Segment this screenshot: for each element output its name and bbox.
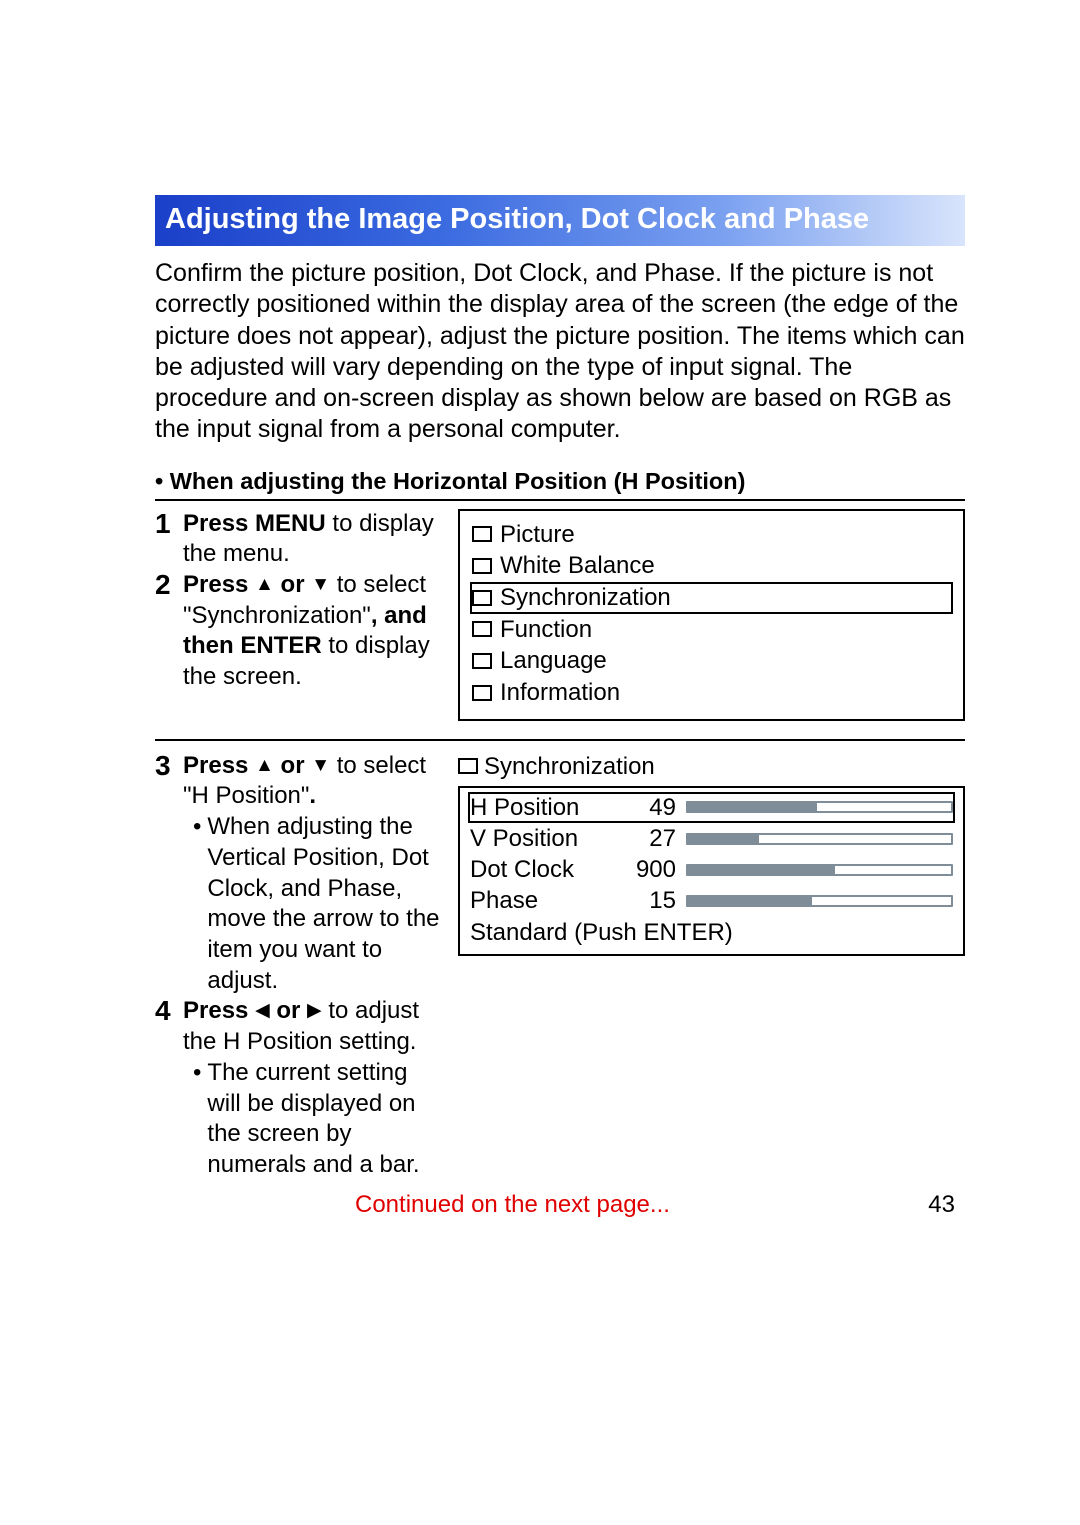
osd-menu-label: Picture <box>500 519 575 551</box>
step-bold: or <box>270 997 307 1024</box>
rect-icon <box>472 621 492 637</box>
instruction-block-2: 3 Press ▲ or ▼ to select "H Position". W… <box>155 751 965 1181</box>
osd-sync-value: 900 <box>626 854 676 885</box>
osd-menu-item: Information <box>470 677 953 709</box>
continued-text: Continued on the next page... <box>355 1191 670 1219</box>
step-bullet: The current setting will be displayed on… <box>193 1058 440 1181</box>
osd-menu-label: Language <box>500 645 607 677</box>
osd-slider <box>686 864 953 876</box>
page-number: 43 <box>928 1191 955 1219</box>
osd-menu-label: White Balance <box>500 550 655 582</box>
osd-slider-fill <box>688 897 812 905</box>
step-1: 1 Press MENU to display the menu. <box>155 509 440 570</box>
step-2: 2 Press ▲ or ▼ to select "Synchronizatio… <box>155 570 440 693</box>
osd-menu-item: Picture <box>470 519 953 551</box>
osd-sync-value: 15 <box>626 885 676 916</box>
up-arrow-icon: ▲ <box>255 755 274 776</box>
step-bold: . <box>309 782 316 809</box>
osd-sync-label: H Position <box>470 792 620 823</box>
osd-sync-row: H Position49 <box>468 792 955 823</box>
osd-slider-fill <box>688 835 759 843</box>
osd-sync-row: V Position27 <box>468 823 955 854</box>
osd-sync-title-text: Synchronization <box>484 751 655 782</box>
right-arrow-icon: ▶ <box>307 1000 322 1021</box>
rect-icon <box>472 653 492 669</box>
step-number: 4 <box>155 996 183 1180</box>
down-arrow-icon: ▼ <box>311 755 330 776</box>
step-bold: Press <box>183 752 255 779</box>
osd-sync-label: Dot Clock <box>470 854 620 885</box>
osd-menu-item: Language <box>470 645 953 677</box>
osd-sync-title: Synchronization <box>458 751 965 782</box>
osd-menu-item: Synchronization <box>470 582 953 614</box>
osd-menu-label: Function <box>500 614 592 646</box>
osd-slider <box>686 833 953 845</box>
step-bold: Press MENU <box>183 510 326 537</box>
osd-slider-fill <box>688 866 835 874</box>
step-4: 4 Press ◀ or ▶ to adjust the H Position … <box>155 996 440 1180</box>
step-number: 1 <box>155 509 183 570</box>
osd-sync-row: Phase15 <box>468 885 955 916</box>
left-arrow-icon: ◀ <box>255 1000 270 1021</box>
osd-slider <box>686 801 953 813</box>
step-bold: Press <box>183 997 255 1024</box>
osd-sync-footer: Standard (Push ENTER) <box>468 917 955 948</box>
sub-heading: • When adjusting the Horizontal Position… <box>155 468 965 501</box>
step-bold: Press <box>183 571 255 598</box>
osd-menu-item: White Balance <box>470 550 953 582</box>
step-bold: or <box>274 571 311 598</box>
osd-sync-value: 27 <box>626 823 676 854</box>
steps-col-2: 3 Press ▲ or ▼ to select "H Position". W… <box>155 751 440 1181</box>
osd-sync-value: 49 <box>626 792 676 823</box>
section-title: Adjusting the Image Position, Dot Clock … <box>155 195 965 246</box>
manual-page: Adjusting the Image Position, Dot Clock … <box>0 0 1080 1219</box>
page-footer: Continued on the next page... 43 <box>155 1191 965 1219</box>
up-arrow-icon: ▲ <box>255 574 274 595</box>
osd-sync-box: H Position49V Position27Dot Clock900Phas… <box>458 786 965 956</box>
down-arrow-icon: ▼ <box>311 574 330 595</box>
intro-paragraph: Confirm the picture position, Dot Clock,… <box>155 258 965 446</box>
rect-icon <box>458 758 478 774</box>
rect-icon <box>472 558 492 574</box>
steps-col-1: 1 Press MENU to display the menu. 2 Pres… <box>155 509 440 721</box>
osd-sync-label: Phase <box>470 885 620 916</box>
step-bold: or <box>274 752 311 779</box>
osd-sync-panel: Synchronization H Position49V Position27… <box>458 751 965 1181</box>
instruction-block-1: 1 Press MENU to display the menu. 2 Pres… <box>155 509 965 721</box>
step-number: 3 <box>155 751 183 997</box>
osd-sync-label: V Position <box>470 823 620 854</box>
rect-icon <box>472 590 492 606</box>
rect-icon <box>472 526 492 542</box>
osd-sync-row: Dot Clock900 <box>468 854 955 885</box>
osd-slider <box>686 895 953 907</box>
step-3: 3 Press ▲ or ▼ to select "H Position". W… <box>155 751 440 997</box>
osd-sync-footer-text: Standard (Push ENTER) <box>470 917 733 948</box>
rect-icon <box>472 685 492 701</box>
osd-slider-fill <box>688 803 817 811</box>
step-number: 2 <box>155 570 183 693</box>
osd-menu-label: Synchronization <box>500 582 671 614</box>
osd-menu-item: Function <box>470 614 953 646</box>
step-bullet: When adjusting the Vertical Position, Do… <box>193 812 440 996</box>
osd-menu-label: Information <box>500 677 620 709</box>
osd-main-menu: PictureWhite BalanceSynchronizationFunct… <box>458 509 965 721</box>
divider <box>155 739 965 741</box>
